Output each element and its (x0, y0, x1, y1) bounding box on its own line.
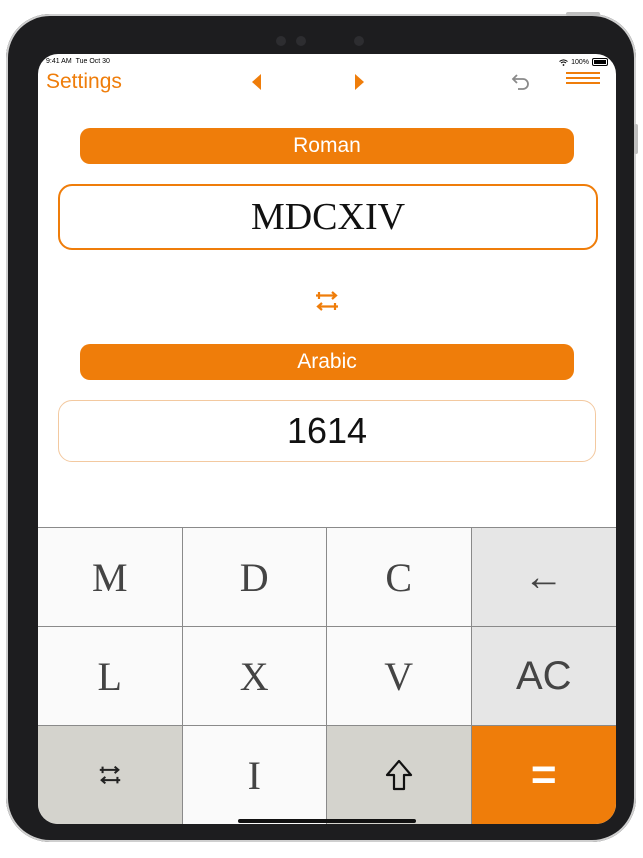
key-backspace[interactable]: ← (471, 528, 616, 627)
triangle-right-icon[interactable] (355, 74, 364, 90)
arabic-label: Arabic (80, 344, 574, 380)
camera-dot (296, 36, 306, 46)
home-indicator (238, 819, 416, 823)
key-equals[interactable]: = (471, 726, 616, 824)
roman-label: Roman (80, 128, 574, 164)
settings-button[interactable]: Settings (46, 70, 122, 94)
key-i[interactable]: I (182, 726, 327, 824)
shift-arrow-icon (385, 759, 412, 791)
volume-button (634, 124, 638, 154)
roman-field[interactable]: MDCXIV (58, 184, 598, 250)
status-date: Tue Oct 30 (75, 58, 110, 65)
arabic-field[interactable]: 1614 (58, 400, 596, 462)
nav-bar: Settings (38, 68, 616, 98)
keypad: M D C ← L X V AC I = (38, 527, 616, 824)
key-m[interactable]: M (38, 528, 183, 627)
undo-icon[interactable] (508, 70, 532, 94)
power-button (566, 12, 600, 16)
key-l[interactable]: L (38, 627, 183, 726)
app-screen: 9:41 AM Tue Oct 30 100% Settings Roman M… (38, 54, 616, 824)
key-swap[interactable] (38, 726, 183, 824)
key-shift[interactable] (327, 726, 472, 824)
key-all-clear[interactable]: AC (471, 627, 616, 726)
hamburger-menu-icon[interactable] (566, 72, 600, 86)
key-d[interactable]: D (182, 528, 327, 627)
camera-lens (354, 36, 364, 46)
wifi-icon (559, 58, 568, 66)
swap-arrows-icon (99, 765, 120, 785)
ipad-frame: 9:41 AM Tue Oct 30 100% Settings Roman M… (6, 12, 638, 842)
battery-percent: 100% (571, 58, 589, 66)
status-right: 100% (559, 58, 608, 66)
key-c[interactable]: C (327, 528, 472, 627)
key-v[interactable]: V (327, 627, 472, 726)
key-x[interactable]: X (182, 627, 327, 726)
swap-arrows-icon[interactable] (312, 287, 342, 315)
camera-dot (276, 36, 286, 46)
battery-icon (592, 58, 608, 66)
triangle-left-icon[interactable] (252, 74, 261, 90)
status-time: 9:41 AM (46, 58, 72, 65)
status-time-date: 9:41 AM Tue Oct 30 (46, 58, 110, 65)
